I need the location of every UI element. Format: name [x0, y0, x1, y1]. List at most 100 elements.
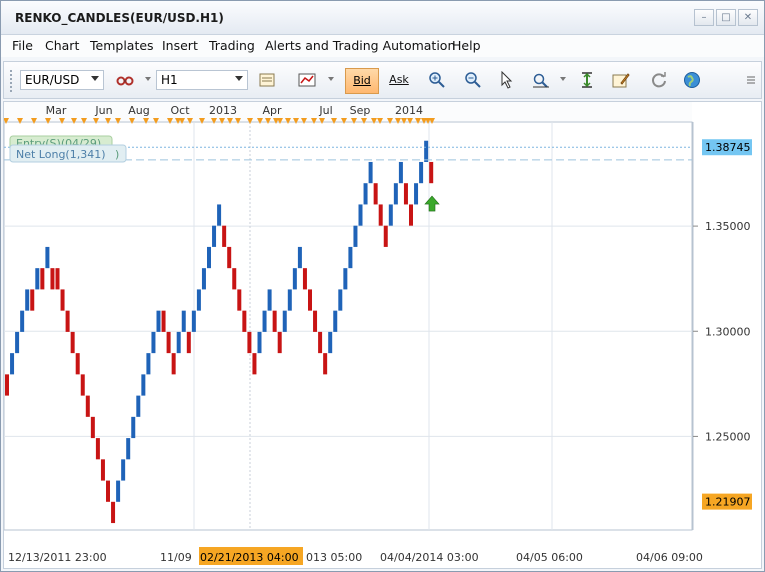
crosshair-date-label: 02/21/2013 04:00 — [200, 551, 299, 564]
renko-brick-up — [151, 331, 156, 354]
minimize-icon: – — [701, 12, 707, 23]
renko-brick-up — [358, 204, 363, 226]
renko-brick-down — [106, 480, 110, 502]
close-button[interactable]: ✕ — [738, 9, 758, 26]
renko-brick-down — [70, 331, 75, 354]
timeframe-select[interactable]: H1 — [156, 70, 248, 90]
renko-brick-down — [323, 353, 328, 375]
chart-type-icon[interactable] — [298, 71, 316, 89]
chart-area[interactable]: Mar Jun Aug Oct 2013 Apr Jul Sep 2014 1.25000 1.3… — [3, 101, 762, 569]
renko-brick-down — [111, 501, 116, 524]
net-long-label: Net Long(1,341) — [16, 148, 106, 161]
renko-brick-up — [126, 438, 131, 460]
net-long-close-label: ) — [115, 148, 119, 161]
renko-brick-up — [343, 268, 348, 290]
zoom-area-icon[interactable] — [532, 71, 550, 89]
renko-brick-up — [176, 331, 181, 354]
menu-chart[interactable]: Chart — [45, 38, 79, 53]
close-icon: ✕ — [743, 12, 753, 23]
top-axis-label: Sep — [350, 104, 371, 117]
order-labels: Entry(S)(04/29)Net Long(1,341)) — [9, 135, 127, 163]
refresh-icon[interactable] — [650, 71, 668, 89]
renko-brick-down — [373, 183, 378, 205]
renko-brick-up — [181, 310, 186, 332]
renko-brick-down — [161, 310, 166, 332]
renko-brick-up — [328, 331, 333, 354]
renko-brick-up — [201, 268, 206, 290]
price-tick-label: 1.25000 — [705, 430, 751, 443]
renko-brick-up — [207, 246, 211, 269]
bottom-axis-label: 04/06 09:00 — [636, 551, 703, 564]
glasses-icon[interactable] — [116, 71, 134, 89]
renko-brick-down — [186, 331, 191, 354]
renko-brick-down — [65, 310, 70, 332]
toolbar-overflow-icon[interactable] — [742, 71, 760, 89]
renko-brick-down — [40, 268, 45, 290]
menu-bar: File Chart Templates Insert Trading Aler… — [1, 35, 764, 57]
ask-button[interactable]: Ask — [384, 68, 414, 94]
renko-brick-down — [95, 438, 100, 460]
edit-chart-icon[interactable] — [612, 71, 630, 89]
renko-brick-down — [171, 353, 176, 375]
renko-brick-up — [136, 395, 141, 417]
renko-brick-up — [388, 204, 393, 226]
renko-brick-down — [237, 289, 242, 311]
renko-brick-up — [414, 183, 419, 205]
renko-brick-down — [100, 459, 105, 481]
menu-file[interactable]: File — [12, 38, 33, 53]
renko-brick-up — [156, 310, 161, 332]
renko-brick-down — [166, 331, 171, 354]
chevron-down-icon[interactable] — [560, 77, 566, 81]
renko-brick-down — [318, 331, 323, 354]
autoscale-icon[interactable] — [578, 71, 596, 89]
low-price-label: 1.21907 — [705, 496, 751, 509]
chevron-down-icon[interactable] — [328, 77, 334, 81]
renko-brick-up — [262, 310, 267, 332]
bottom-axis-label: 12/13/2011 23:00 — [8, 551, 107, 564]
renko-brick-up — [196, 289, 201, 311]
renko-brick-down — [232, 268, 237, 290]
renko-brick-up — [212, 225, 217, 247]
top-axis-label: Jul — [318, 104, 332, 117]
renko-brick-up — [217, 204, 222, 226]
top-axis-label: 2014 — [395, 104, 423, 117]
renko-brick-up — [297, 246, 302, 269]
renko-brick-down — [60, 289, 65, 311]
menu-templates[interactable]: Templates — [90, 38, 154, 53]
symbol-select[interactable]: EUR/USD — [20, 70, 104, 90]
window-title: RENKO_CANDLES(EUR/USD.H1) — [15, 11, 224, 25]
renko-brick-up — [419, 161, 424, 184]
chart-properties-icon[interactable] — [258, 71, 276, 89]
menu-alerts-automation[interactable]: Alerts and Trading Automation — [265, 38, 455, 53]
plot-border — [4, 121, 693, 531]
renko-brick-up — [141, 374, 146, 396]
menu-trading[interactable]: Trading — [209, 38, 255, 53]
price-tick-label: 1.35000 — [705, 220, 751, 233]
cursor-icon[interactable] — [498, 71, 516, 89]
top-axis-label: Aug — [128, 104, 149, 117]
renko-chart[interactable]: Mar Jun Aug Oct 2013 Apr Jul Sep 2014 1.25000 1.3… — [4, 102, 761, 568]
top-axis-label: Jun — [94, 104, 112, 117]
zoom-in-icon[interactable] — [428, 71, 446, 89]
renko-brick-up — [287, 289, 292, 311]
zoom-out-icon[interactable] — [464, 71, 482, 89]
renko-brick-up — [35, 268, 40, 290]
minimize-button[interactable]: – — [694, 9, 714, 26]
renko-brick-down — [272, 310, 277, 332]
maximize-button[interactable]: □ — [716, 9, 736, 26]
price-tick-label: 1.30000 — [705, 325, 751, 338]
maximize-icon: □ — [721, 12, 731, 23]
current-price-label: 1.38745 — [705, 141, 751, 154]
menu-help[interactable]: Help — [452, 38, 481, 53]
bottom-axis-label: 04/05 06:00 — [516, 551, 583, 564]
toolbar-grip-icon[interactable] — [10, 70, 15, 92]
renko-brick-up — [257, 331, 262, 354]
globe-icon[interactable] — [683, 71, 701, 89]
renko-brick-down — [242, 310, 247, 332]
menu-insert[interactable]: Insert — [162, 38, 198, 53]
chevron-down-icon[interactable] — [145, 77, 151, 81]
bid-button[interactable]: Bid — [345, 68, 379, 94]
symbol-value: EUR/USD — [25, 73, 80, 87]
renko-brick-up — [191, 310, 196, 332]
renko-brick-up — [353, 225, 358, 247]
